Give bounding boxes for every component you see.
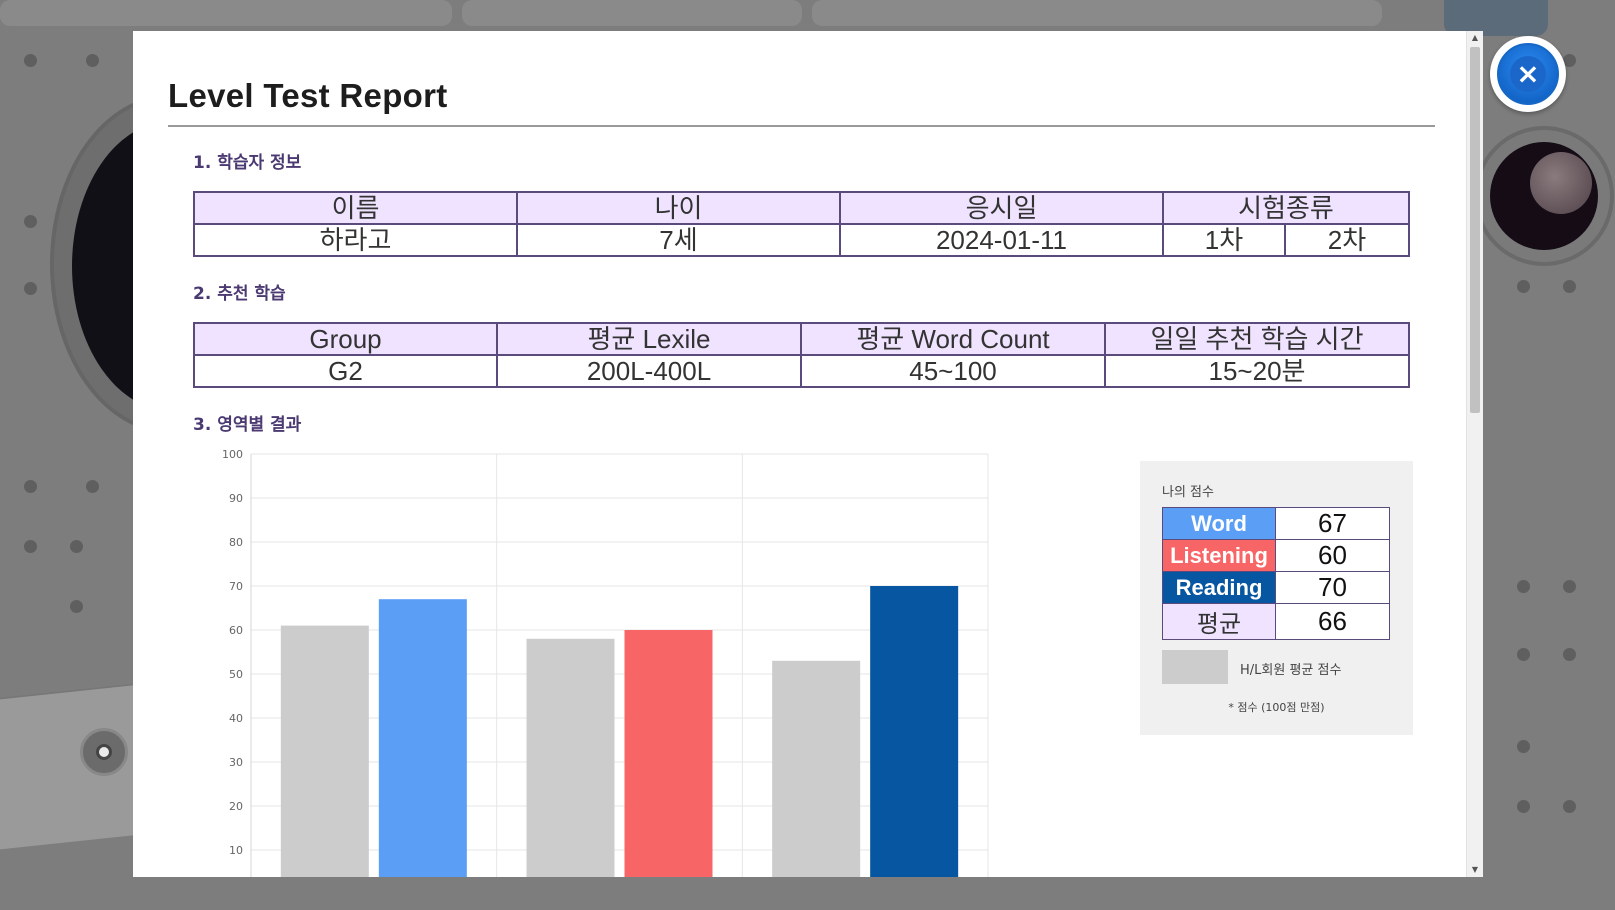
score-value-word: 67 (1275, 507, 1390, 540)
close-button[interactable]: × (1490, 36, 1566, 112)
score-row-reading: Reading 70 (1162, 571, 1390, 604)
header-study-time: 일일 추천 학습 시간 (1104, 322, 1410, 356)
rivet (1563, 648, 1576, 661)
header-age: 나이 (516, 191, 841, 225)
legend-swatch-average (1162, 650, 1228, 684)
score-table: Word 67 Listening 60 Reading 70 평균 66 (1162, 507, 1390, 640)
rivet (24, 215, 37, 228)
rivet (1517, 648, 1530, 661)
header-test-date: 응시일 (839, 191, 1164, 225)
section-title-learner-info: 1. 학습자 정보 (193, 153, 302, 173)
score-value-listening: 60 (1275, 539, 1390, 572)
score-row-average: 평균 66 (1162, 603, 1390, 640)
y-tick-label: 10 (229, 844, 243, 857)
rivet (24, 54, 37, 67)
porthole-window (1474, 126, 1614, 266)
rivet (24, 540, 37, 553)
bar-my-score-word (378, 599, 467, 877)
bar-average-listening (526, 638, 615, 877)
rivet (24, 480, 37, 493)
header-word-count: 평균 Word Count (800, 322, 1106, 356)
rivet (1563, 800, 1576, 813)
rivet (1563, 280, 1576, 293)
rivet (86, 480, 99, 493)
recommend-table: Group 평균 Lexile 평균 Word Count 일일 추천 학습 시… (193, 322, 1410, 388)
learner-name: 하라고 (193, 223, 518, 257)
report-modal: Level Test Report 1. 학습자 정보 이름 나이 응시일 시험… (133, 31, 1483, 877)
y-tick-label: 30 (229, 756, 243, 769)
rivet (1517, 800, 1530, 813)
y-tick-label: 20 (229, 800, 243, 813)
score-label-listening: Listening (1162, 539, 1276, 572)
rivet (1563, 580, 1576, 593)
scroll-thumb[interactable] (1470, 47, 1480, 413)
header-lexile: 평균 Lexile (496, 322, 802, 356)
rivet (1517, 280, 1530, 293)
y-tick-label: 70 (229, 580, 243, 593)
scroll-down-icon[interactable]: ▼ (1467, 863, 1483, 877)
test-date: 2024-01-11 (839, 223, 1164, 257)
modal-scrollbar[interactable]: ▲ ▼ (1466, 31, 1483, 877)
bar-average-word (280, 625, 369, 877)
header-group: Group (193, 322, 498, 356)
results-bar-chart: 10 20 30 40 50 60 70 80 90 100 (193, 441, 1013, 877)
rivet (24, 282, 37, 295)
wall-panel (812, 0, 1382, 26)
wall-panel (0, 0, 452, 26)
lexile-value: 200L-400L (496, 354, 802, 388)
moon-image (1530, 152, 1592, 214)
group-value: G2 (193, 354, 498, 388)
score-label-average: 평균 (1162, 603, 1276, 640)
title-divider (168, 125, 1435, 127)
score-row-word: Word 67 (1162, 507, 1390, 540)
section-title-results: 3. 영역별 결과 (193, 415, 302, 435)
wall-panel (462, 0, 802, 26)
learner-age: 7세 (516, 223, 841, 257)
rivet (70, 600, 83, 613)
space-view (1490, 142, 1598, 250)
score-label-reading: Reading (1162, 571, 1276, 604)
score-value-reading: 70 (1275, 571, 1390, 604)
word-count-value: 45~100 (800, 354, 1106, 388)
score-value-average: 66 (1275, 603, 1390, 640)
score-label-word: Word (1162, 507, 1276, 540)
rivet (86, 54, 99, 67)
rivet (1517, 740, 1530, 753)
rivet (70, 540, 83, 553)
y-tick-label: 100 (222, 448, 243, 461)
y-tick-label: 80 (229, 536, 243, 549)
bar-my-score-reading (870, 586, 959, 877)
y-tick-label: 50 (229, 668, 243, 681)
close-button-face[interactable]: × (1497, 43, 1559, 105)
header-name: 이름 (193, 191, 518, 225)
score-row-listening: Listening 60 (1162, 539, 1390, 572)
y-tick-label: 60 (229, 624, 243, 637)
test-type-first[interactable]: 1차 (1162, 223, 1286, 257)
scroll-up-icon[interactable]: ▲ (1467, 31, 1483, 45)
header-test-type: 시험종류 (1162, 191, 1410, 225)
report-title: Level Test Report (168, 77, 448, 114)
test-type-second[interactable]: 2차 (1284, 223, 1410, 257)
close-icon[interactable]: × (1510, 56, 1546, 92)
y-tick-label: 40 (229, 712, 243, 725)
score-footnote: * 점수 (100점 만점) (1228, 701, 1325, 714)
score-panel: 나의 점수 Word 67 Listening 60 Reading 70 평균… (1140, 461, 1413, 735)
y-tick-label: 90 (229, 492, 243, 505)
rivet (1517, 580, 1530, 593)
machine-lens (80, 728, 128, 776)
study-time-value: 15~20분 (1104, 354, 1410, 388)
section-title-recommended: 2. 추천 학습 (193, 284, 286, 304)
bar-my-score-listening (624, 630, 713, 877)
learner-info-table: 이름 나이 응시일 시험종류 하라고 7세 2024-01-11 1차 2차 (193, 191, 1410, 257)
bar-average-reading (772, 660, 861, 877)
legend-label-average: H/L회원 평균 점수 (1240, 663, 1342, 678)
score-heading: 나의 점수 (1162, 485, 1214, 500)
chart-svg: 10 20 30 40 50 60 70 80 90 100 (222, 448, 989, 877)
